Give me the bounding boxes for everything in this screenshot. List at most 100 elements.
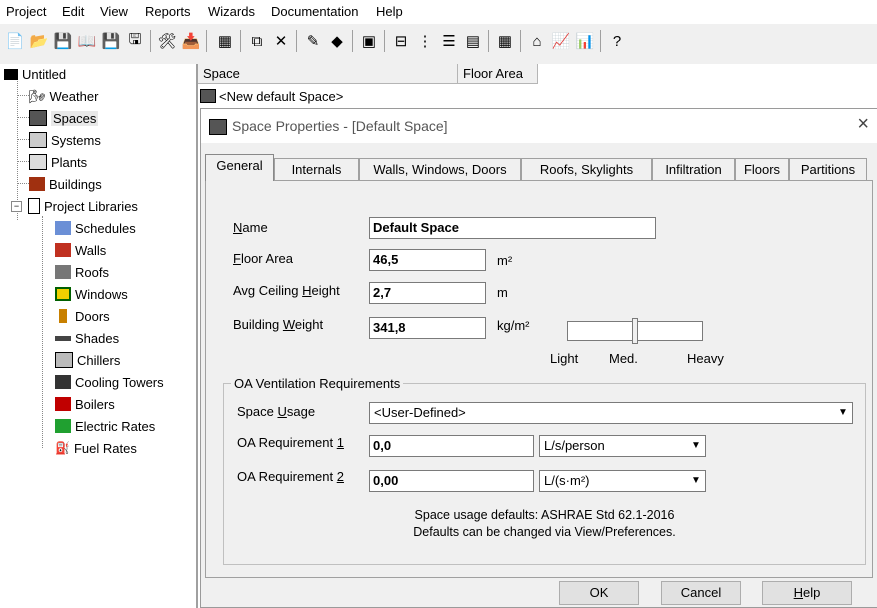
menu-documentation[interactable]: Documentation bbox=[271, 4, 358, 19]
tab-infiltration[interactable]: Infiltration bbox=[652, 158, 735, 180]
tree-item-spaces[interactable]: Spaces bbox=[29, 108, 99, 128]
details-view-icon[interactable]: ▤ bbox=[462, 30, 484, 52]
save-all-icon[interactable]: 💾 bbox=[100, 30, 122, 52]
chevron-down-icon[interactable]: ▼ bbox=[687, 471, 705, 491]
tree-library-electric-rates[interactable]: Electric Rates bbox=[55, 416, 155, 436]
tab-roofs-skylights[interactable]: Roofs, Skylights bbox=[521, 158, 652, 180]
menu-view[interactable]: View bbox=[100, 4, 128, 19]
tree-library-cooling-towers[interactable]: Cooling Towers bbox=[55, 372, 164, 392]
menu-reports[interactable]: Reports bbox=[145, 4, 191, 19]
oa-requirement-2-unit-select[interactable]: L/(s·m²) ▼ bbox=[539, 470, 706, 492]
diamond-icon[interactable]: ◆ bbox=[326, 30, 348, 52]
help-question-icon[interactable]: ? bbox=[606, 30, 628, 52]
tree-item-buildings[interactable]: Buildings bbox=[29, 174, 102, 194]
tree-library-windows[interactable]: Windows bbox=[55, 284, 128, 304]
tree-library-fuel-rates[interactable]: ⛽ Fuel Rates bbox=[55, 438, 137, 458]
space-usage-select[interactable]: <User-Defined> ▼ bbox=[369, 402, 853, 424]
toolbar-separator bbox=[240, 30, 241, 52]
properties-icon[interactable]: ✎ bbox=[302, 30, 324, 52]
calculate-icon[interactable]: ▣ bbox=[358, 30, 380, 52]
tree-item-label: Spaces bbox=[51, 110, 99, 126]
toolbar-separator bbox=[352, 30, 353, 52]
tree-library-shades[interactable]: Shades bbox=[55, 328, 119, 348]
floor-area-field[interactable]: 46,5 bbox=[369, 249, 486, 271]
list-item[interactable]: <New default Space> bbox=[200, 87, 343, 105]
tree-library-walls[interactable]: Walls bbox=[55, 240, 106, 260]
toolbar-separator bbox=[296, 30, 297, 52]
report-icon[interactable]: ⌂ bbox=[526, 30, 548, 52]
space-icon bbox=[200, 89, 216, 103]
tree-library-doors[interactable]: Doors bbox=[55, 306, 110, 326]
tree-item-label: Project Libraries bbox=[44, 198, 138, 214]
tree-library-boilers[interactable]: Boilers bbox=[55, 394, 115, 414]
menu-edit[interactable]: Edit bbox=[62, 4, 84, 19]
toolbar-separator bbox=[600, 30, 601, 52]
ceiling-height-unit: m bbox=[497, 285, 508, 300]
chevron-down-icon[interactable]: ▼ bbox=[687, 436, 705, 456]
tree-item-label: Boilers bbox=[75, 396, 115, 412]
copy-icon[interactable]: ⧉ bbox=[246, 30, 268, 52]
help-button[interactable]: Help bbox=[762, 581, 852, 605]
electric-rate-icon bbox=[55, 419, 71, 433]
tab-floors[interactable]: Floors bbox=[735, 158, 789, 180]
new-file-icon[interactable]: 📄 bbox=[4, 30, 26, 52]
menu-help[interactable]: Help bbox=[376, 4, 403, 19]
tab-partitions[interactable]: Partitions bbox=[789, 158, 867, 180]
chart-icon[interactable]: 📈 bbox=[550, 30, 572, 52]
tree-library-chillers[interactable]: Chillers bbox=[55, 350, 120, 370]
tab-general[interactable]: General bbox=[205, 154, 274, 181]
name-field[interactable]: Default Space bbox=[369, 217, 656, 239]
chevron-down-icon[interactable]: ▼ bbox=[834, 403, 852, 423]
import-icon[interactable]: 📥 bbox=[180, 30, 202, 52]
building-weight-slider[interactable] bbox=[567, 318, 703, 344]
tree-item-weather[interactable]: 🌬 Weather bbox=[29, 86, 98, 106]
menu-wizards[interactable]: Wizards bbox=[208, 4, 255, 19]
building-icon[interactable]: ▦ bbox=[214, 30, 236, 52]
building-icon bbox=[29, 177, 45, 191]
oa-requirement-2-field[interactable]: 0,00 bbox=[369, 470, 534, 492]
dialog-title-bar[interactable]: Space Properties - [Default Space] × bbox=[201, 109, 877, 143]
graph-icon[interactable]: 📊 bbox=[574, 30, 596, 52]
ceiling-height-field[interactable]: 2,7 bbox=[369, 282, 486, 304]
delete-icon[interactable]: ✕ bbox=[270, 30, 292, 52]
tree-line bbox=[17, 117, 29, 118]
close-icon[interactable]: × bbox=[857, 113, 869, 136]
tree-root[interactable]: Untitled bbox=[4, 64, 66, 84]
column-header-space[interactable]: Space bbox=[198, 64, 458, 84]
column-header-floor-area[interactable]: Floor Area bbox=[458, 64, 538, 84]
calculator-icon[interactable]: ▦ bbox=[494, 30, 516, 52]
library-book-icon[interactable]: 📖 bbox=[76, 30, 98, 52]
oa-requirement-1-unit-select[interactable]: L/s/person ▼ bbox=[539, 435, 706, 457]
tree-item-systems[interactable]: Systems bbox=[29, 130, 101, 150]
space-properties-dialog: Space Properties - [Default Space] × Gen… bbox=[200, 108, 877, 608]
tree-line bbox=[17, 95, 29, 96]
building-weight-unit: kg/m² bbox=[497, 318, 530, 333]
large-icons-view-icon[interactable]: ⊟ bbox=[390, 30, 412, 52]
tab-walls-windows-doors[interactable]: Walls, Windows, Doors bbox=[359, 158, 521, 180]
ok-button[interactable]: OK bbox=[559, 581, 639, 605]
cancel-button[interactable]: Cancel bbox=[661, 581, 741, 605]
tree-item-label: Roofs bbox=[75, 264, 109, 280]
tree-item-project-libraries[interactable]: − Project Libraries bbox=[11, 196, 138, 216]
list-view-icon[interactable]: ☰ bbox=[438, 30, 460, 52]
tree-line bbox=[17, 139, 29, 140]
tree-item-label: Windows bbox=[75, 286, 128, 302]
building-weight-field[interactable]: 341,8 bbox=[369, 317, 486, 339]
print-icon[interactable]: 🖫 bbox=[124, 30, 146, 52]
tree-library-roofs[interactable]: Roofs bbox=[55, 262, 109, 282]
tree-library-schedules[interactable]: Schedules bbox=[55, 218, 136, 238]
defaults-note: Space usage defaults: ASHRAE Std 62.1-20… bbox=[223, 507, 866, 541]
save-icon[interactable]: 💾 bbox=[52, 30, 74, 52]
project-wizard-icon[interactable]: 🛠 bbox=[156, 30, 178, 52]
menu-project[interactable]: Project bbox=[6, 4, 46, 19]
tree-item-label: Shades bbox=[75, 330, 120, 346]
oa-requirement-1-field[interactable]: 0,0 bbox=[369, 435, 534, 457]
oa-requirement-2-label: OA Requirement 2 bbox=[237, 469, 344, 484]
small-icons-view-icon[interactable]: ⋮ bbox=[414, 30, 436, 52]
tree-item-plants[interactable]: Plants bbox=[29, 152, 87, 172]
tab-internals[interactable]: Internals bbox=[274, 158, 359, 180]
open-folder-icon[interactable]: 📂 bbox=[28, 30, 50, 52]
slider-thumb[interactable] bbox=[632, 318, 638, 344]
tree-item-label: Plants bbox=[51, 154, 88, 170]
collapse-icon[interactable]: − bbox=[11, 200, 22, 212]
